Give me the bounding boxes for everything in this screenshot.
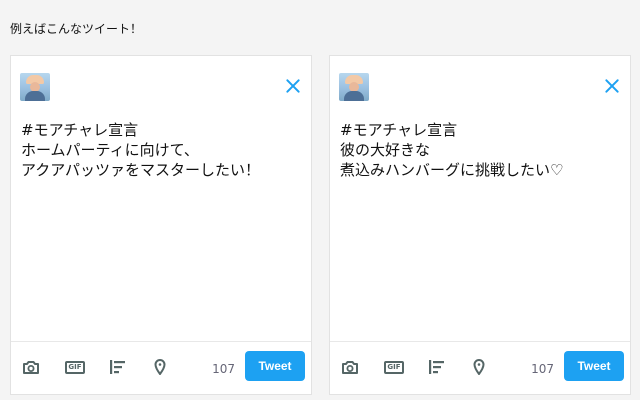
compose-toolbar: GIF 107 Tweet (11, 341, 311, 394)
location-icon[interactable] (149, 358, 171, 376)
tweet-line: #モアチャレ宣言 (340, 121, 458, 139)
tweet-button[interactable]: Tweet (564, 351, 624, 381)
tweet-text-input[interactable]: #モアチャレ宣言 彼の大好きな 煮込みハンバーグに挑戦したい♡ (340, 120, 618, 180)
close-icon[interactable] (604, 78, 620, 94)
tweet-line: アクアパッツァをマスターしたい！ (21, 161, 260, 179)
char-count: 107 (212, 362, 235, 376)
close-icon[interactable] (285, 78, 301, 94)
tweet-compose-card: #モアチャレ宣言 ホームパーティに向けて、 アクアパッツァをマスターしたい！ G… (10, 55, 312, 395)
location-icon[interactable] (468, 358, 490, 376)
avatar (20, 73, 50, 101)
tweet-button[interactable]: Tweet (245, 351, 305, 381)
gif-icon[interactable]: GIF (383, 358, 405, 376)
gif-icon[interactable]: GIF (64, 358, 86, 376)
poll-icon[interactable] (107, 358, 129, 376)
tweet-line: 煮込みハンバーグに挑戦したい♡ (340, 161, 564, 179)
tweet-compose-card: #モアチャレ宣言 彼の大好きな 煮込みハンバーグに挑戦したい♡ GIF 107 … (329, 55, 631, 395)
compose-toolbar: GIF 107 Tweet (330, 341, 630, 394)
tweet-line: ホームパーティに向けて、 (21, 141, 199, 159)
avatar (339, 73, 369, 101)
tweet-line: 彼の大好きな (340, 141, 431, 159)
poll-icon[interactable] (426, 358, 448, 376)
tweet-text-input[interactable]: #モアチャレ宣言 ホームパーティに向けて、 アクアパッツァをマスターしたい！ (21, 120, 299, 180)
tweet-line: #モアチャレ宣言 (21, 121, 139, 139)
char-count: 107 (531, 362, 554, 376)
camera-icon[interactable] (339, 358, 361, 376)
camera-icon[interactable] (20, 358, 42, 376)
page-caption: 例えばこんなツイート！ (10, 22, 143, 36)
